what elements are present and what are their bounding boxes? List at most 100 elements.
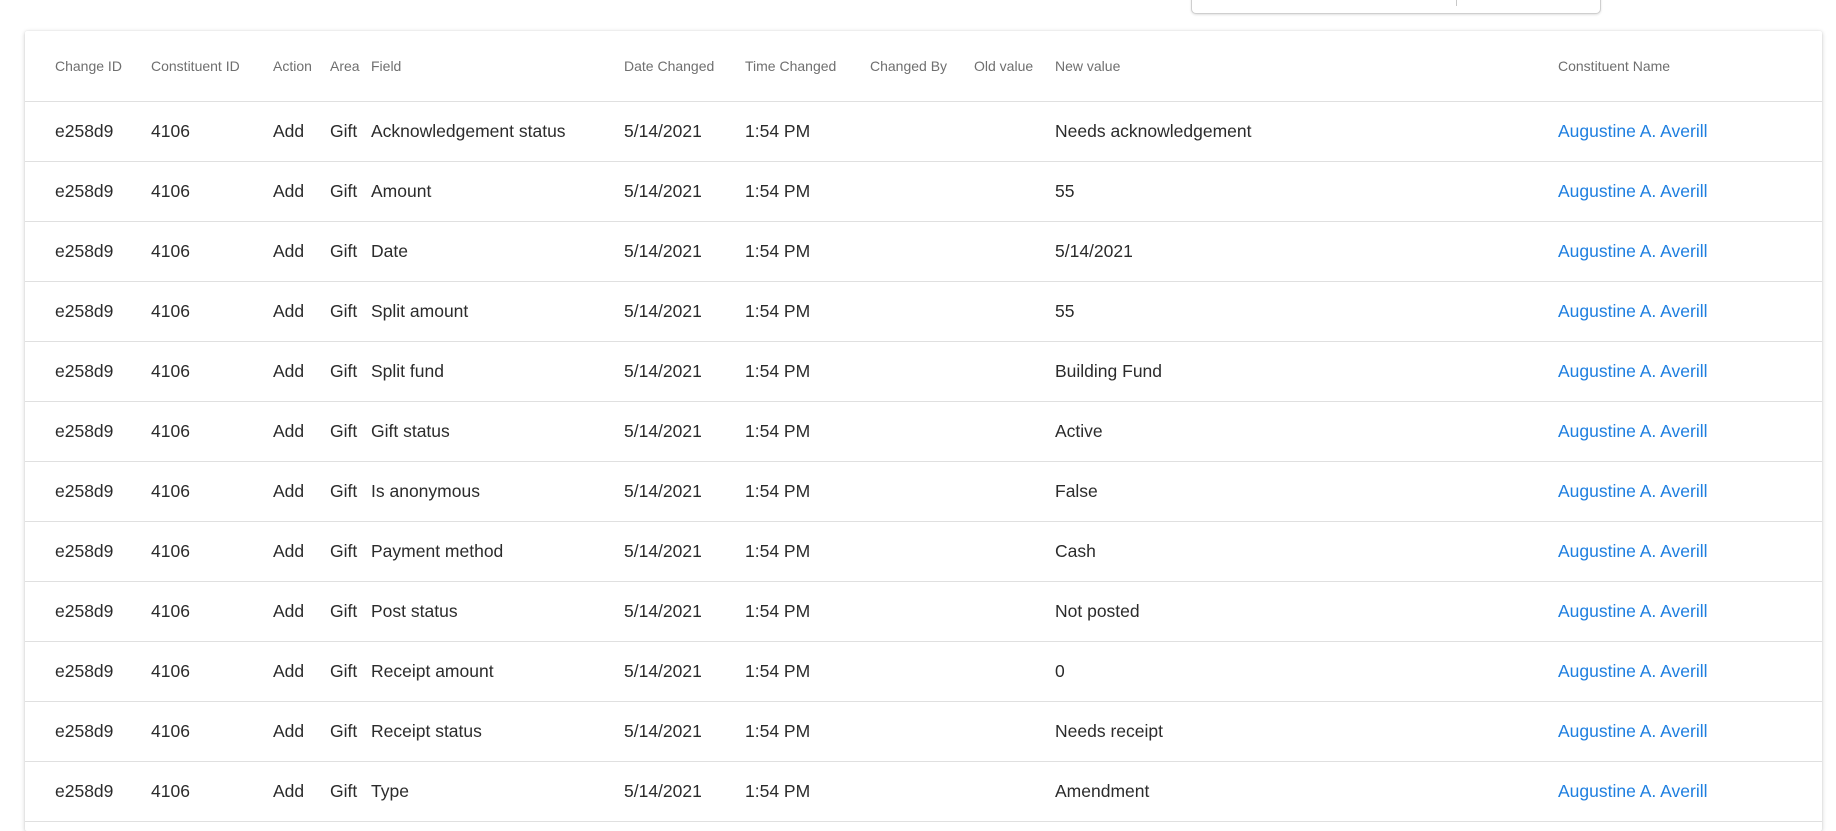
cell-new-value: Needs receipt [1055,701,1558,762]
cell-time-changed: 1:54 PM [745,341,870,402]
cell-date-changed: 5/14/2021 [624,161,745,222]
cell-changed-by [870,581,974,642]
column-header-change-id[interactable]: Change ID [25,31,151,102]
table-row[interactable]: e258d9 4106 Add Gift Receipt status 5/14/2021… [25,701,1822,762]
cell-new-value: 0 [1055,641,1558,702]
constituent-name-link[interactable]: Augustine A. Averill [1558,401,1822,462]
cell-field: Date [371,221,624,282]
cell-area: Gift [330,521,371,582]
cell-change-id: e258d9 [25,761,151,822]
cell-action: Add [273,341,330,402]
cell-constituent-id: 4106 [151,521,273,582]
cell-change-id: e258d9 [25,521,151,582]
cell-area: Gift [330,401,371,462]
cell-change-id: e258d9 [25,101,151,162]
cell-action: Add [273,401,330,462]
cell-changed-by [870,161,974,222]
cell-change-id: e258d9 [25,641,151,702]
cell-time-changed: 1:54 PM [745,161,870,222]
cell-changed-by [870,521,974,582]
cell-action: Add [273,461,330,522]
cell-old-value [974,761,1055,822]
cell-area: Gift [330,161,371,222]
cell-new-value: Building Fund [1055,341,1558,402]
cell-old-value [974,401,1055,462]
cell-changed-by [870,461,974,522]
constituent-name-link[interactable]: Augustine A. Averill [1558,101,1822,162]
column-header-field[interactable]: Field [371,31,624,102]
table-row[interactable]: e258d9 4106 Add Gift Split amount 5/14/2021 1:… [25,281,1822,342]
cell-new-value: 55 [1055,161,1558,222]
table-row[interactable]: e258d9 4106 Add Gift Acknowledgement status 5… [25,101,1822,162]
cell-date-changed: 5/14/2021 [624,521,745,582]
cell-constituent-id: 4106 [151,461,273,522]
column-header-constituent-name[interactable]: Constituent Name [1558,31,1822,102]
change-history-table: Change ID Constituent ID Action Area Fie… [25,31,1822,822]
table-row[interactable]: e258d9 4106 Add Gift Type 5/14/2021 1:54 PM Ame… [25,761,1822,822]
cell-old-value [974,161,1055,222]
table-row[interactable]: e258d9 4106 Add Gift Receipt amount 5/14/2021… [25,641,1822,702]
cell-action: Add [273,641,330,702]
cell-old-value [974,521,1055,582]
cell-date-changed: 5/14/2021 [624,281,745,342]
cell-action: Add [273,521,330,582]
cell-action: Add [273,161,330,222]
constituent-name-link[interactable]: Augustine A. Averill [1558,341,1822,402]
cell-field: Payment method [371,521,624,582]
cell-change-id: e258d9 [25,341,151,402]
column-header-changed-by[interactable]: Changed By [870,31,974,102]
column-header-action[interactable]: Action [273,31,330,102]
column-header-area[interactable]: Area [330,31,371,102]
constituent-name-link[interactable]: Augustine A. Averill [1558,701,1822,762]
cell-changed-by [870,701,974,762]
cell-action: Add [273,221,330,282]
constituent-name-link[interactable]: Augustine A. Averill [1558,281,1822,342]
cell-time-changed: 1:54 PM [745,521,870,582]
table-body: e258d9 4106 Add Gift Acknowledgement status 5… [25,101,1822,822]
column-header-time-changed[interactable]: Time Changed [745,31,870,102]
constituent-name-link[interactable]: Augustine A. Averill [1558,521,1822,582]
cell-constituent-id: 4106 [151,101,273,162]
constituent-name-link[interactable]: Augustine A. Averill [1558,221,1822,282]
cell-constituent-id: 4106 [151,401,273,462]
column-header-constituent-id[interactable]: Constituent ID [151,31,273,102]
cell-action: Add [273,761,330,822]
cell-time-changed: 1:54 PM [745,581,870,642]
table-row[interactable]: e258d9 4106 Add Gift Payment method 5/14/2021… [25,521,1822,582]
column-header-new-value[interactable]: New value [1055,31,1558,102]
column-header-date-changed[interactable]: Date Changed [624,31,745,102]
cell-field: Type [371,761,624,822]
cell-date-changed: 5/14/2021 [624,221,745,282]
cell-changed-by [870,101,974,162]
cell-date-changed: 5/14/2021 [624,641,745,702]
constituent-name-link[interactable]: Augustine A. Averill [1558,761,1822,822]
cell-new-value: False [1055,461,1558,522]
cell-area: Gift [330,101,371,162]
cell-area: Gift [330,701,371,762]
table-row[interactable]: e258d9 4106 Add Gift Amount 5/14/2021 1:54 PM 5… [25,161,1822,222]
cell-old-value [974,221,1055,282]
cell-old-value [974,461,1055,522]
cell-constituent-id: 4106 [151,341,273,402]
table-row[interactable]: e258d9 4106 Add Gift Gift status 5/14/2021 1:5… [25,401,1822,462]
table-row[interactable]: e258d9 4106 Add Gift Is anonymous 5/14/2021 1:… [25,461,1822,522]
constituent-name-link[interactable]: Augustine A. Averill [1558,641,1822,702]
cell-area: Gift [330,341,371,402]
cell-field: Acknowledgement status [371,101,624,162]
constituent-name-link[interactable]: Augustine A. Averill [1558,161,1822,222]
table-row[interactable]: e258d9 4106 Add Gift Split fund 5/14/2021 1:54… [25,341,1822,402]
cell-old-value [974,581,1055,642]
column-header-old-value[interactable]: Old value [974,31,1055,102]
cell-action: Add [273,281,330,342]
cell-field: Receipt amount [371,641,624,702]
top-dropdown-panel[interactable] [1191,0,1601,14]
table-row[interactable]: e258d9 4106 Add Gift Post status 5/14/2021 1:5… [25,581,1822,642]
cell-area: Gift [330,581,371,642]
cell-field: Amount [371,161,624,222]
constituent-name-link[interactable]: Augustine A. Averill [1558,581,1822,642]
cell-constituent-id: 4106 [151,581,273,642]
constituent-name-link[interactable]: Augustine A. Averill [1558,461,1822,522]
cell-new-value: Not posted [1055,581,1558,642]
table-row[interactable]: e258d9 4106 Add Gift Date 5/14/2021 1:54 PM 5/1… [25,221,1822,282]
cell-area: Gift [330,221,371,282]
